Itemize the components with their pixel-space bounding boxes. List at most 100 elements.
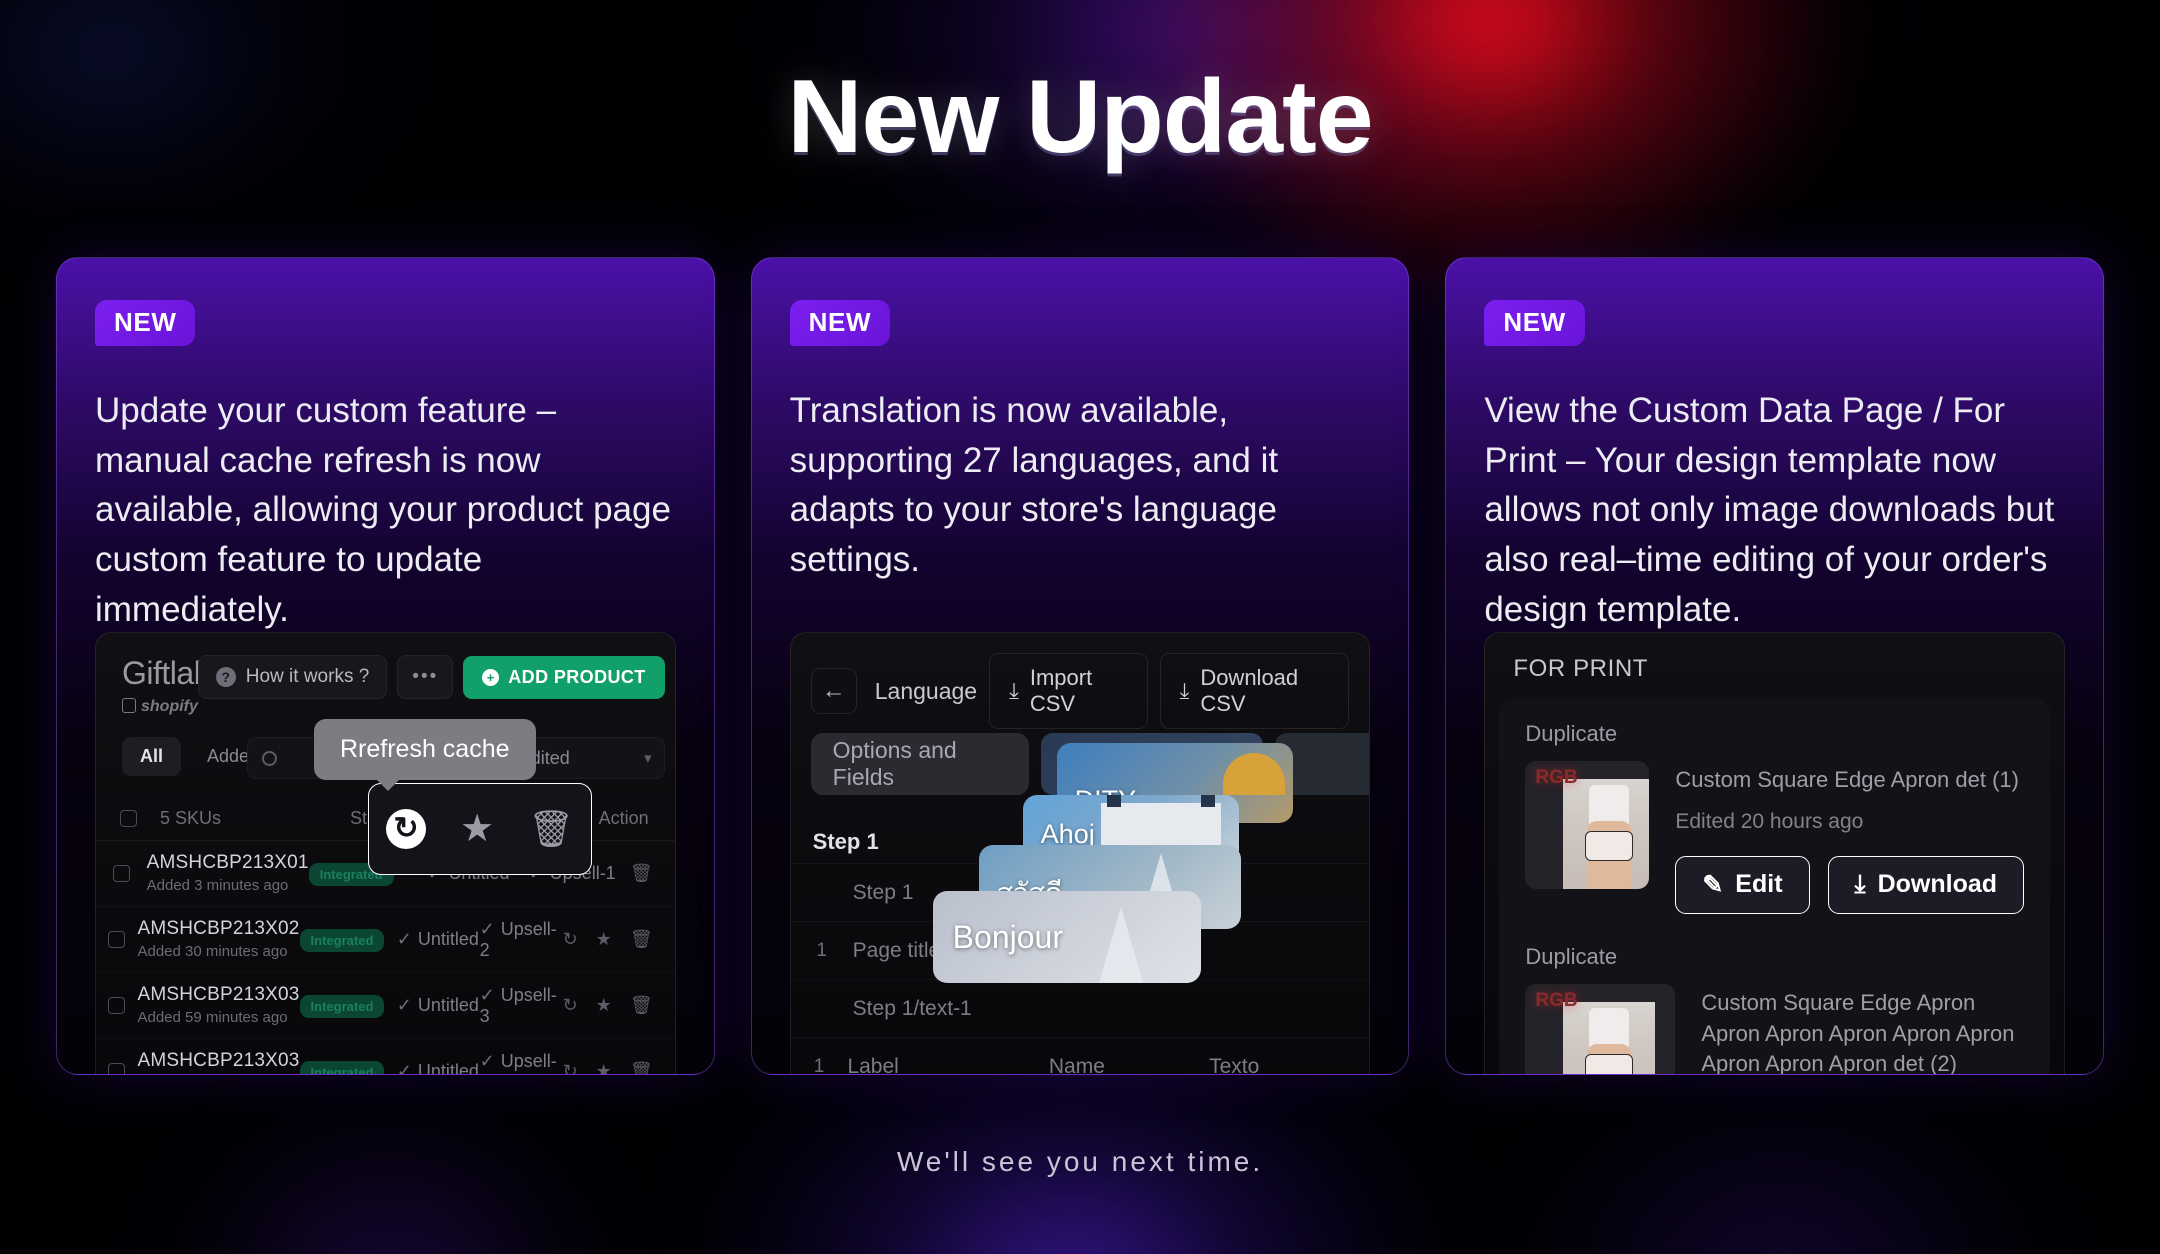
how-it-works-button[interactable]: ? How it works ?	[197, 655, 388, 699]
plus-icon: +	[482, 668, 500, 686]
section-title: FOR PRINT	[1513, 655, 1649, 682]
trash-icon[interactable]: 🗑	[630, 863, 653, 884]
design-name: Custom Square Edge Apron det (1)	[1675, 767, 2019, 792]
product-photo	[1563, 779, 1650, 889]
edit-button[interactable]: ✎ Edit	[1675, 855, 1810, 914]
row-index: 1	[816, 939, 827, 961]
sku-code: AMSHCBP213X03	[137, 1050, 300, 1071]
tab-options-and-fields[interactable]: Options and Fields	[810, 733, 1029, 795]
sku-code: AMSHCBP213X02	[137, 918, 300, 939]
sku-added: Added 3 minutes ago	[146, 877, 289, 894]
star-icon[interactable]: ★	[596, 929, 612, 950]
language-bubble-bonjour: Bonjour	[932, 891, 1201, 983]
table-row[interactable]: AMSHCBP213X03 Added 59 minutes ago Integ…	[96, 1039, 675, 1075]
table-row[interactable]: 1 Label Name Texto	[790, 1037, 1370, 1075]
status-chip: Integrated	[299, 929, 385, 952]
row-col2: ✓Upsell-3	[480, 985, 563, 1027]
back-arrow-icon[interactable]: ←	[810, 668, 857, 714]
dome-shape-icon	[1222, 753, 1285, 795]
row-checkbox[interactable]	[96, 865, 147, 882]
shopping-bag-icon	[122, 698, 136, 713]
row-checkbox[interactable]	[96, 931, 137, 948]
platform-text: shopify	[141, 698, 198, 715]
trash-icon[interactable]: 🗑	[630, 929, 653, 950]
download-button[interactable]: ⤓ Download	[1827, 855, 2025, 914]
checkbox-icon	[108, 931, 126, 948]
trash-icon[interactable]: 🗑	[630, 995, 653, 1016]
page-root: New Update NEW Update your custom featur…	[0, 0, 2160, 1254]
table-row[interactable]: Step 1/text-1	[790, 979, 1370, 1037]
item-meta: Custom Square Edge Apron det (1) Edited …	[1675, 761, 2025, 914]
select-all-checkbox[interactable]	[96, 810, 160, 827]
row-checkbox[interactable]	[96, 1063, 137, 1074]
sku-added: Added 30 minutes ago	[137, 943, 288, 960]
row-sku: AMSHCBP213X03 Added 59 minutes ago	[137, 984, 299, 1027]
row-col2: ✓Upsell-3	[479, 1050, 563, 1075]
new-badge: NEW	[95, 300, 196, 346]
star-icon[interactable]: ★	[596, 1061, 612, 1074]
language-app-mock: ← Language ⤓ Import CSV ⤓ Download CSV O…	[789, 632, 1371, 1075]
download-label: Download	[1877, 870, 1998, 899]
question-mark-icon: ?	[215, 667, 236, 687]
check-icon: ✓	[479, 1050, 495, 1071]
list-item: RGB Custom Square Edge Apron Apron Apron…	[1525, 983, 2024, 1075]
table-row[interactable]: AMSHCBP213X03 Added 59 minutes ago Integ…	[96, 973, 675, 1039]
download-csv-button[interactable]: ⤓ Download CSV	[1159, 653, 1350, 729]
col1-text: Untitled	[417, 929, 479, 949]
sku-code: AMSHCBP213X01	[146, 852, 309, 873]
edit-label: Edit	[1735, 870, 1783, 899]
filter-chip-all[interactable]: All	[122, 737, 182, 776]
checkbox-icon	[108, 997, 126, 1014]
refresh-icon[interactable]	[386, 809, 427, 849]
check-icon: ✓	[396, 929, 412, 949]
row-col1: ✓Untitled	[397, 1061, 480, 1075]
check-icon: ✓	[479, 918, 495, 939]
platform-label: shopify	[122, 698, 303, 716]
more-options-button[interactable]: •••	[397, 655, 454, 699]
add-product-button[interactable]: + ADD PRODUCT	[463, 655, 665, 699]
table-row[interactable]: AMSHCBP213X02 Added 30 minutes ago Integ…	[96, 907, 675, 973]
check-icon: ✓	[479, 984, 495, 1005]
forprint-list: Duplicate RGB Custom Square Edge Apron d…	[1499, 699, 2051, 1075]
step-label: Step 1	[812, 829, 879, 854]
star-icon[interactable]: ★	[460, 810, 494, 848]
design-thumbnail[interactable]: RGB	[1525, 761, 1650, 889]
refresh-icon[interactable]: ↻	[563, 1061, 578, 1074]
row-sku: AMSHCBP213X03 Added 59 minutes ago	[137, 1050, 300, 1074]
design-name: Custom Square Edge Apron Apron Apron Apr…	[1701, 989, 2015, 1075]
row-status: Integrated	[299, 929, 397, 952]
chevron-down-icon: ▾	[644, 750, 652, 767]
import-icon: ⤓	[1009, 678, 1019, 703]
row-index: 1	[813, 1055, 825, 1075]
photo-garment-shape	[1585, 1053, 1634, 1074]
row-checkbox[interactable]	[96, 997, 137, 1014]
update-cards-row: NEW Update your custom feature – manual …	[56, 257, 2105, 1075]
row-actions: ↻ ★ 🗑	[563, 1061, 653, 1074]
status-chip: Integrated	[299, 1061, 385, 1074]
refresh-cache-tooltip: Rrefresh cache	[314, 719, 536, 791]
update-card-1: NEW Update your custom feature – manual …	[56, 257, 715, 1075]
giftlab-toolbar: ? How it works ? ••• + ADD PRODUCT	[197, 655, 665, 699]
design-thumbnail[interactable]: RGB	[1525, 983, 1676, 1074]
refresh-icon[interactable]: ↻	[563, 995, 578, 1016]
eiffel-tower-icon	[1098, 907, 1143, 983]
trash-icon[interactable]: 🗑	[528, 811, 574, 847]
photo-garment-shape	[1585, 831, 1634, 861]
star-icon[interactable]: ★	[596, 995, 612, 1016]
sku-code: AMSHCBP213X03	[137, 984, 300, 1005]
row-col1: ✓Untitled	[397, 929, 480, 950]
row-status: Integrated	[299, 1061, 397, 1074]
col1-text: Untitled	[417, 1061, 479, 1075]
row-value: Name	[1048, 1054, 1105, 1075]
checkbox-icon	[119, 810, 137, 827]
row-actions: 🗑	[630, 863, 653, 884]
trash-icon[interactable]: 🗑	[630, 1061, 653, 1074]
color-mode-tag: RGB	[1535, 767, 1578, 788]
language-panel-title: Language	[874, 677, 978, 704]
language-toolbar: ← Language ⤓ Import CSV ⤓ Download CSV	[810, 653, 1350, 729]
refresh-icon[interactable]: ↻	[563, 929, 578, 950]
add-product-label: ADD PRODUCT	[508, 666, 646, 687]
item-meta: Custom Square Edge Apron Apron Apron Apr…	[1701, 984, 2024, 1075]
download-icon: ⤓	[1179, 678, 1190, 703]
import-csv-button[interactable]: ⤓ Import CSV	[989, 653, 1148, 729]
